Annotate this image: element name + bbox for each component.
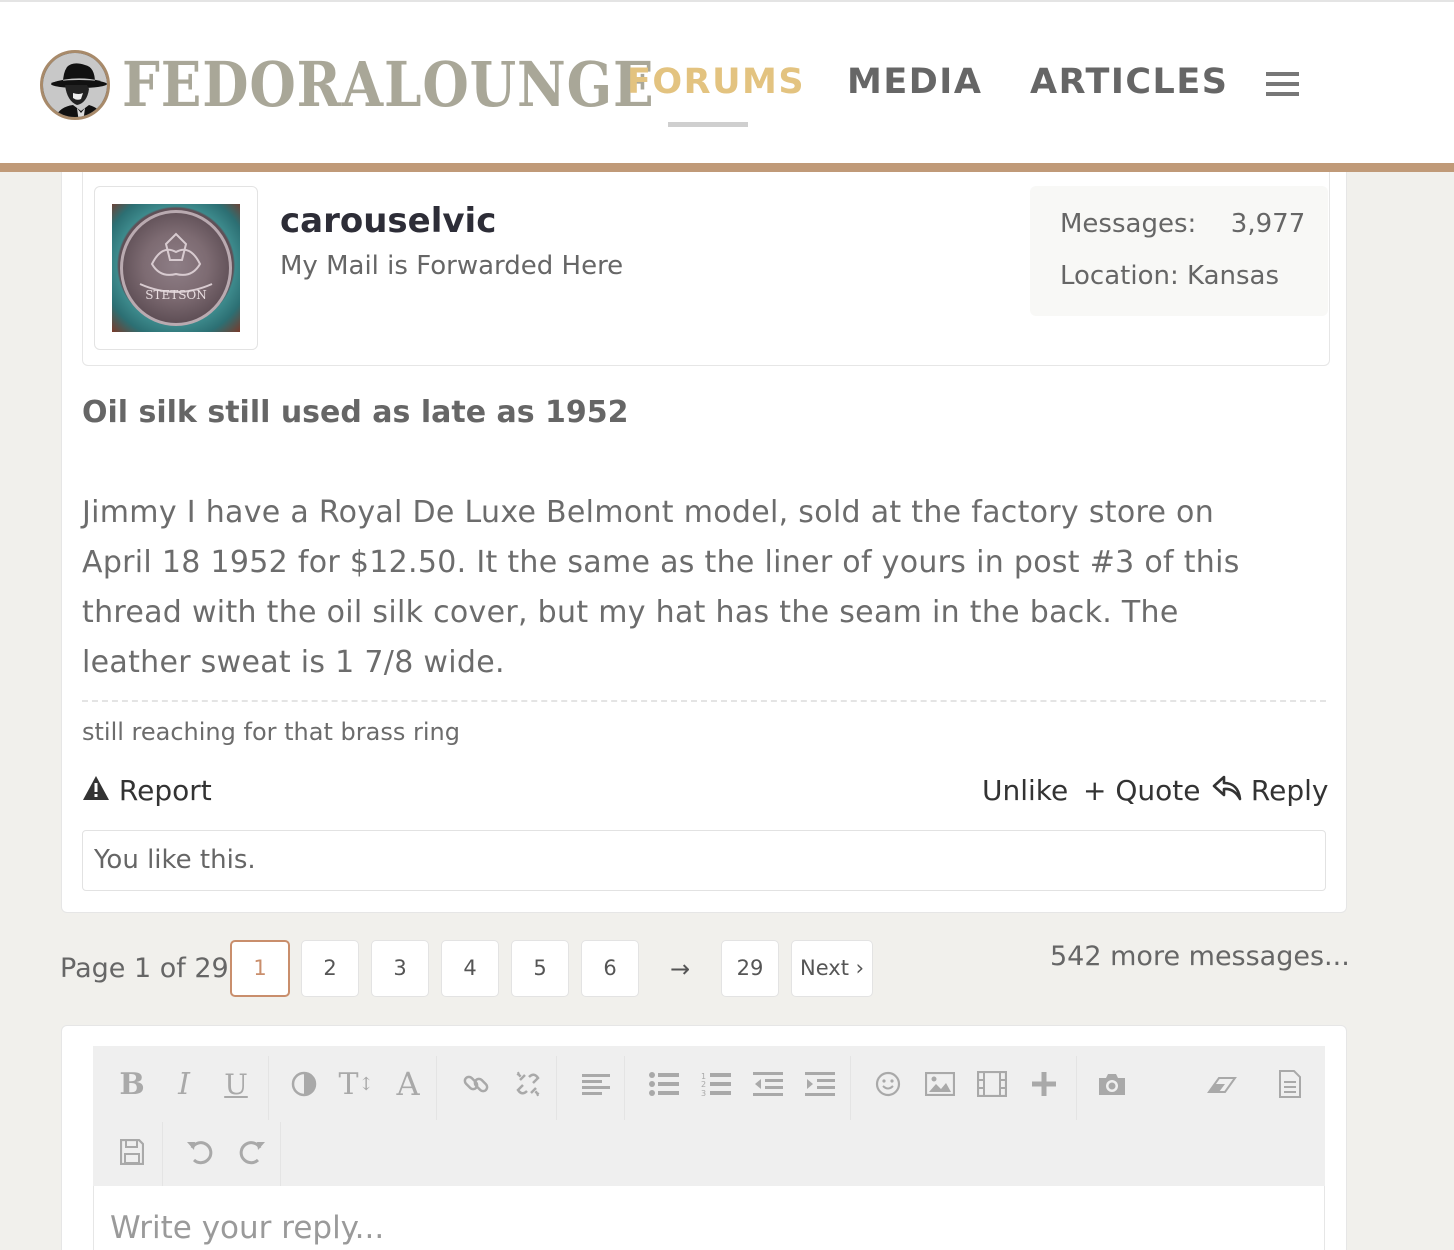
messages-value[interactable]: 3,977 xyxy=(1231,209,1305,239)
post-signature: still reaching for that brass ring xyxy=(82,718,460,746)
nav-articles[interactable]: ARTICLES xyxy=(1030,62,1228,102)
post-body-line: thread with the oil silk cover, but my h… xyxy=(82,595,1179,630)
bbcode-icon[interactable] xyxy=(1270,1064,1310,1104)
avatar-coin-text: STETSON xyxy=(145,288,207,302)
messages-stat: Messages: 3,977 xyxy=(1060,208,1305,240)
italic-icon[interactable]: I xyxy=(164,1064,204,1104)
page-6-link[interactable]: 6 xyxy=(581,940,639,997)
user-stats-box xyxy=(1030,186,1328,316)
location-label: Location: xyxy=(1060,261,1179,291)
numbered-list-icon[interactable]: 123 xyxy=(696,1064,736,1104)
color-icon[interactable] xyxy=(284,1064,324,1104)
bold-icon[interactable]: B xyxy=(112,1064,152,1104)
signature-divider xyxy=(82,700,1326,702)
page-last-link[interactable]: 29 xyxy=(721,940,779,997)
post-body-line: leather sweat is 1 7/8 wide. xyxy=(82,645,505,680)
page-indicator: Page 1 of 29 xyxy=(60,953,229,984)
bullet-list-icon[interactable] xyxy=(644,1064,684,1104)
post-username[interactable]: carouselvic xyxy=(280,200,496,242)
likes-text[interactable]: You like this. xyxy=(94,843,256,877)
warning-icon xyxy=(82,773,110,811)
nav-forums[interactable]: FORUMS xyxy=(627,62,805,102)
page-5-link[interactable]: 5 xyxy=(511,940,569,997)
hamburger-menu-icon[interactable] xyxy=(1266,72,1299,96)
align-icon[interactable] xyxy=(576,1064,616,1104)
header-accent-bar xyxy=(0,163,1454,172)
image-icon[interactable] xyxy=(920,1064,960,1104)
post-body: Jimmy I have a Royal De Luxe Belmont mod… xyxy=(82,488,1332,688)
link-icon[interactable] xyxy=(456,1064,496,1104)
fedora-logo-icon[interactable] xyxy=(40,50,110,120)
font-size-icon[interactable]: T ↕ xyxy=(336,1064,376,1104)
report-label: Report xyxy=(118,774,212,807)
likes-bar xyxy=(82,830,1326,891)
site-logo-text[interactable]: FEDORALOUNGE xyxy=(122,50,655,120)
undo-icon[interactable] xyxy=(180,1132,220,1172)
user-title: My Mail is Forwarded Here xyxy=(280,251,624,281)
post-title: Oil silk still used as late as 1952 xyxy=(82,395,629,430)
page-skip-arrow[interactable]: → xyxy=(660,950,700,988)
page-3-link[interactable]: 3 xyxy=(371,940,429,997)
reply-label: Reply xyxy=(1250,774,1329,807)
save-draft-icon[interactable] xyxy=(112,1132,152,1172)
avatar[interactable]: STETSON xyxy=(112,204,240,332)
underline-icon[interactable]: U xyxy=(216,1064,256,1104)
svg-text:3: 3 xyxy=(701,1089,706,1097)
location-stat: Location: Kansas xyxy=(1060,260,1279,292)
media-icon[interactable] xyxy=(972,1064,1012,1104)
redo-icon[interactable] xyxy=(232,1132,272,1172)
page-2-link[interactable]: 2 xyxy=(301,940,359,997)
outdent-icon[interactable] xyxy=(748,1064,788,1104)
indent-icon[interactable] xyxy=(800,1064,840,1104)
insert-icon[interactable] xyxy=(1024,1064,1064,1104)
smilie-icon[interactable] xyxy=(868,1064,908,1104)
font-family-icon[interactable]: A xyxy=(388,1064,428,1104)
nav-media[interactable]: MEDIA xyxy=(847,62,982,102)
post-body-line: April 18 1952 for $12.50. It the same as… xyxy=(82,545,1240,580)
next-page-button[interactable]: Next › xyxy=(791,940,873,997)
reply-input[interactable] xyxy=(110,1206,1310,1250)
post-body-line: Jimmy I have a Royal De Luxe Belmont mod… xyxy=(82,495,1215,530)
camera-icon[interactable] xyxy=(1092,1064,1132,1104)
messages-label: Messages: xyxy=(1060,209,1197,239)
location-value[interactable]: Kansas xyxy=(1187,261,1279,291)
unlike-button[interactable]: Unlike xyxy=(982,772,1068,810)
remove-format-icon[interactable] xyxy=(1202,1064,1242,1104)
quote-button[interactable]: + Quote xyxy=(1083,772,1200,810)
report-button[interactable]: Report xyxy=(82,772,212,811)
svg-text:2: 2 xyxy=(701,1080,706,1089)
unlink-icon[interactable] xyxy=(508,1064,548,1104)
reply-icon xyxy=(1212,773,1242,811)
more-messages-link[interactable]: 542 more messages... xyxy=(1050,940,1350,974)
page-1-link[interactable]: 1 xyxy=(230,940,290,997)
nav-active-indicator xyxy=(668,122,748,127)
page-4-link[interactable]: 4 xyxy=(441,940,499,997)
reply-button[interactable]: Reply xyxy=(1212,772,1328,811)
